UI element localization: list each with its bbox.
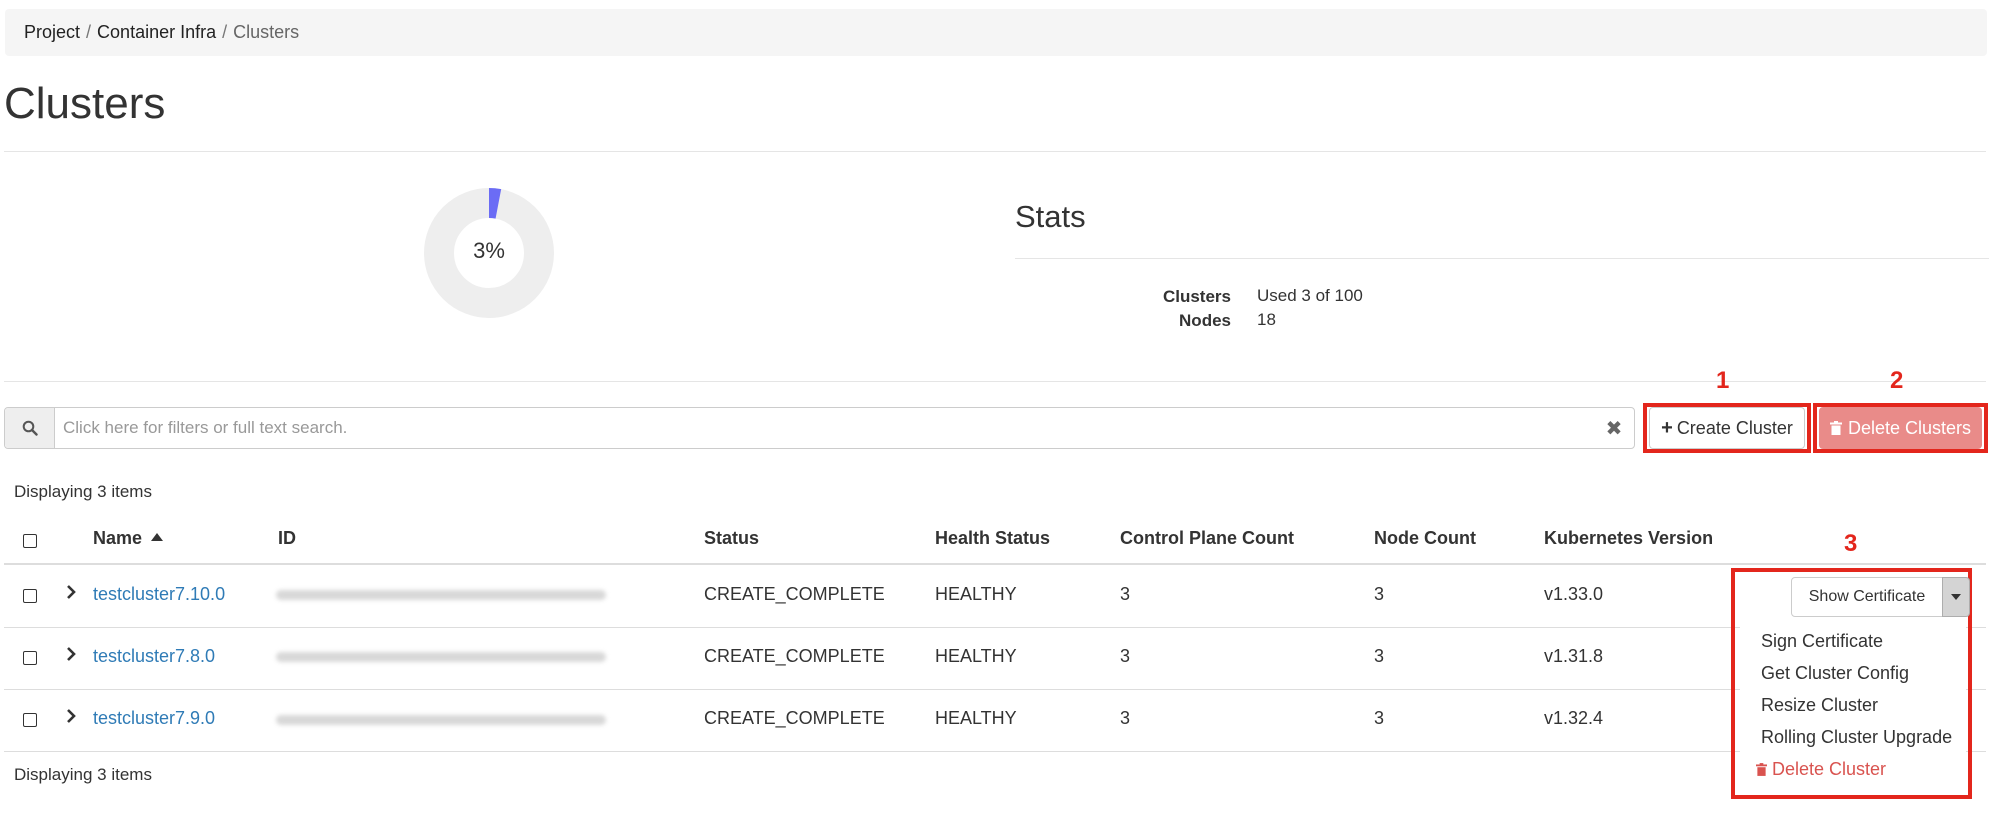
breadcrumb-separator: / xyxy=(86,22,92,42)
cluster-name-link[interactable]: testcluster7.10.0 xyxy=(93,584,225,605)
expand-row-chevron-icon[interactable] xyxy=(66,584,76,605)
cluster-id-redacted xyxy=(276,715,606,725)
column-header-kubernetes-version[interactable]: Kubernetes Version xyxy=(1544,528,1713,549)
callout-number-3: 3 xyxy=(1844,530,1858,557)
menu-item-delete-cluster[interactable]: Delete Cluster xyxy=(1756,759,1886,780)
delete-clusters-label: Delete Clusters xyxy=(1847,417,1972,438)
column-header-status[interactable]: Status xyxy=(704,528,759,549)
cluster-kubernetes-version: v1.32.4 xyxy=(1544,708,1604,728)
cluster-name-link[interactable]: testcluster7.9.0 xyxy=(93,708,215,729)
create-cluster-button[interactable]: + Create Cluster xyxy=(1649,407,1805,449)
trash-icon xyxy=(1829,421,1842,435)
breadcrumb-project[interactable]: Project xyxy=(24,22,80,43)
callout-number-2: 2 xyxy=(1890,367,1904,394)
select-all-checkbox[interactable] xyxy=(23,534,37,548)
cluster-status: CREATE_COMPLETE xyxy=(704,646,885,666)
expand-row-chevron-icon[interactable] xyxy=(66,708,76,729)
stat-value-nodes: 18 xyxy=(1257,310,1276,329)
table-header-border xyxy=(4,563,1986,565)
cluster-kubernetes-version: v1.33.0 xyxy=(1544,584,1604,604)
column-header-health-status[interactable]: Health Status xyxy=(935,528,1050,549)
row-actions-dropdown-menu: Sign Certificate Get Cluster Config Resi… xyxy=(1740,622,1966,794)
column-header-name[interactable]: Name xyxy=(93,528,164,549)
row-divider xyxy=(4,689,1986,690)
cluster-status: CREATE_COMPLETE xyxy=(704,584,885,604)
cluster-control-plane-count: 3 xyxy=(1120,646,1131,666)
row-checkbox[interactable] xyxy=(23,589,37,603)
search-bar: ✖ xyxy=(4,407,1635,449)
cluster-node-count: 3 xyxy=(1374,646,1385,666)
menu-item-get-cluster-config[interactable]: Get Cluster Config xyxy=(1761,663,1909,684)
quota-percent-label: 3% xyxy=(473,238,505,263)
cluster-control-plane-count: 3 xyxy=(1120,708,1131,728)
cluster-health-status: HEALTHY xyxy=(935,584,1017,604)
cluster-kubernetes-version: v1.31.8 xyxy=(1544,646,1604,666)
row-actions-dropdown-toggle[interactable] xyxy=(1942,577,1970,617)
trash-icon xyxy=(1756,763,1767,776)
breadcrumb-clusters: Clusters xyxy=(233,22,300,42)
row-divider xyxy=(4,627,1986,628)
delete-cluster-label: Delete Cluster xyxy=(1772,759,1887,779)
row-checkbox[interactable] xyxy=(23,713,37,727)
cluster-node-count: 3 xyxy=(1374,584,1385,604)
row-checkbox[interactable] xyxy=(23,651,37,665)
menu-item-sign-certificate[interactable]: Sign Certificate xyxy=(1761,631,1883,652)
menu-item-resize-cluster[interactable]: Resize Cluster xyxy=(1761,695,1878,716)
delete-clusters-button[interactable]: Delete Clusters xyxy=(1819,407,1982,449)
create-cluster-label: Create Cluster xyxy=(1676,417,1793,438)
expand-row-chevron-icon[interactable] xyxy=(66,646,76,667)
stat-label-nodes: Nodes xyxy=(1179,311,1231,330)
cluster-health-status: HEALTHY xyxy=(935,708,1017,728)
page-title: Clusters xyxy=(4,79,166,128)
sort-ascending-icon xyxy=(151,533,164,541)
breadcrumb-container-infra[interactable]: Container Infra xyxy=(97,22,216,43)
column-header-name-label: Name xyxy=(93,528,143,548)
column-header-node-count[interactable]: Node Count xyxy=(1374,528,1476,549)
column-header-control-plane-count[interactable]: Control Plane Count xyxy=(1120,528,1294,549)
breadcrumb: Project / Container Infra / Clusters xyxy=(5,9,1987,56)
cluster-status: CREATE_COMPLETE xyxy=(704,708,885,728)
search-input[interactable] xyxy=(55,408,1594,448)
displaying-count-bottom: Displaying 3 items xyxy=(14,765,152,784)
stat-label-clusters: Clusters xyxy=(1162,287,1231,306)
column-header-id[interactable]: ID xyxy=(278,528,296,549)
cluster-control-plane-count: 3 xyxy=(1120,584,1131,604)
caret-down-icon xyxy=(1951,594,1961,600)
cluster-node-count: 3 xyxy=(1374,708,1385,728)
breadcrumb-separator: / xyxy=(222,22,228,42)
cluster-id-redacted xyxy=(276,590,606,600)
stat-value-clusters: Used 3 of 100 xyxy=(1257,286,1363,305)
cluster-name-link[interactable]: testcluster7.8.0 xyxy=(93,646,215,667)
search-icon[interactable] xyxy=(5,408,55,448)
stats-divider xyxy=(1015,258,1989,259)
stats-title: Stats xyxy=(1015,199,1086,234)
callout-number-1: 1 xyxy=(1716,367,1730,394)
stats-bottom-divider xyxy=(4,381,1986,382)
show-certificate-button[interactable]: Show Certificate xyxy=(1791,577,1943,617)
donut-used-arc xyxy=(488,188,502,219)
cluster-health-status: HEALTHY xyxy=(935,646,1017,666)
plus-icon: + xyxy=(1661,416,1673,439)
title-divider xyxy=(4,151,1986,152)
clear-search-icon[interactable]: ✖ xyxy=(1594,408,1634,448)
menu-item-rolling-cluster-upgrade[interactable]: Rolling Cluster Upgrade xyxy=(1761,727,1952,748)
row-divider xyxy=(4,751,1986,752)
displaying-count-top: Displaying 3 items xyxy=(14,482,152,501)
cluster-id-redacted xyxy=(276,652,606,662)
